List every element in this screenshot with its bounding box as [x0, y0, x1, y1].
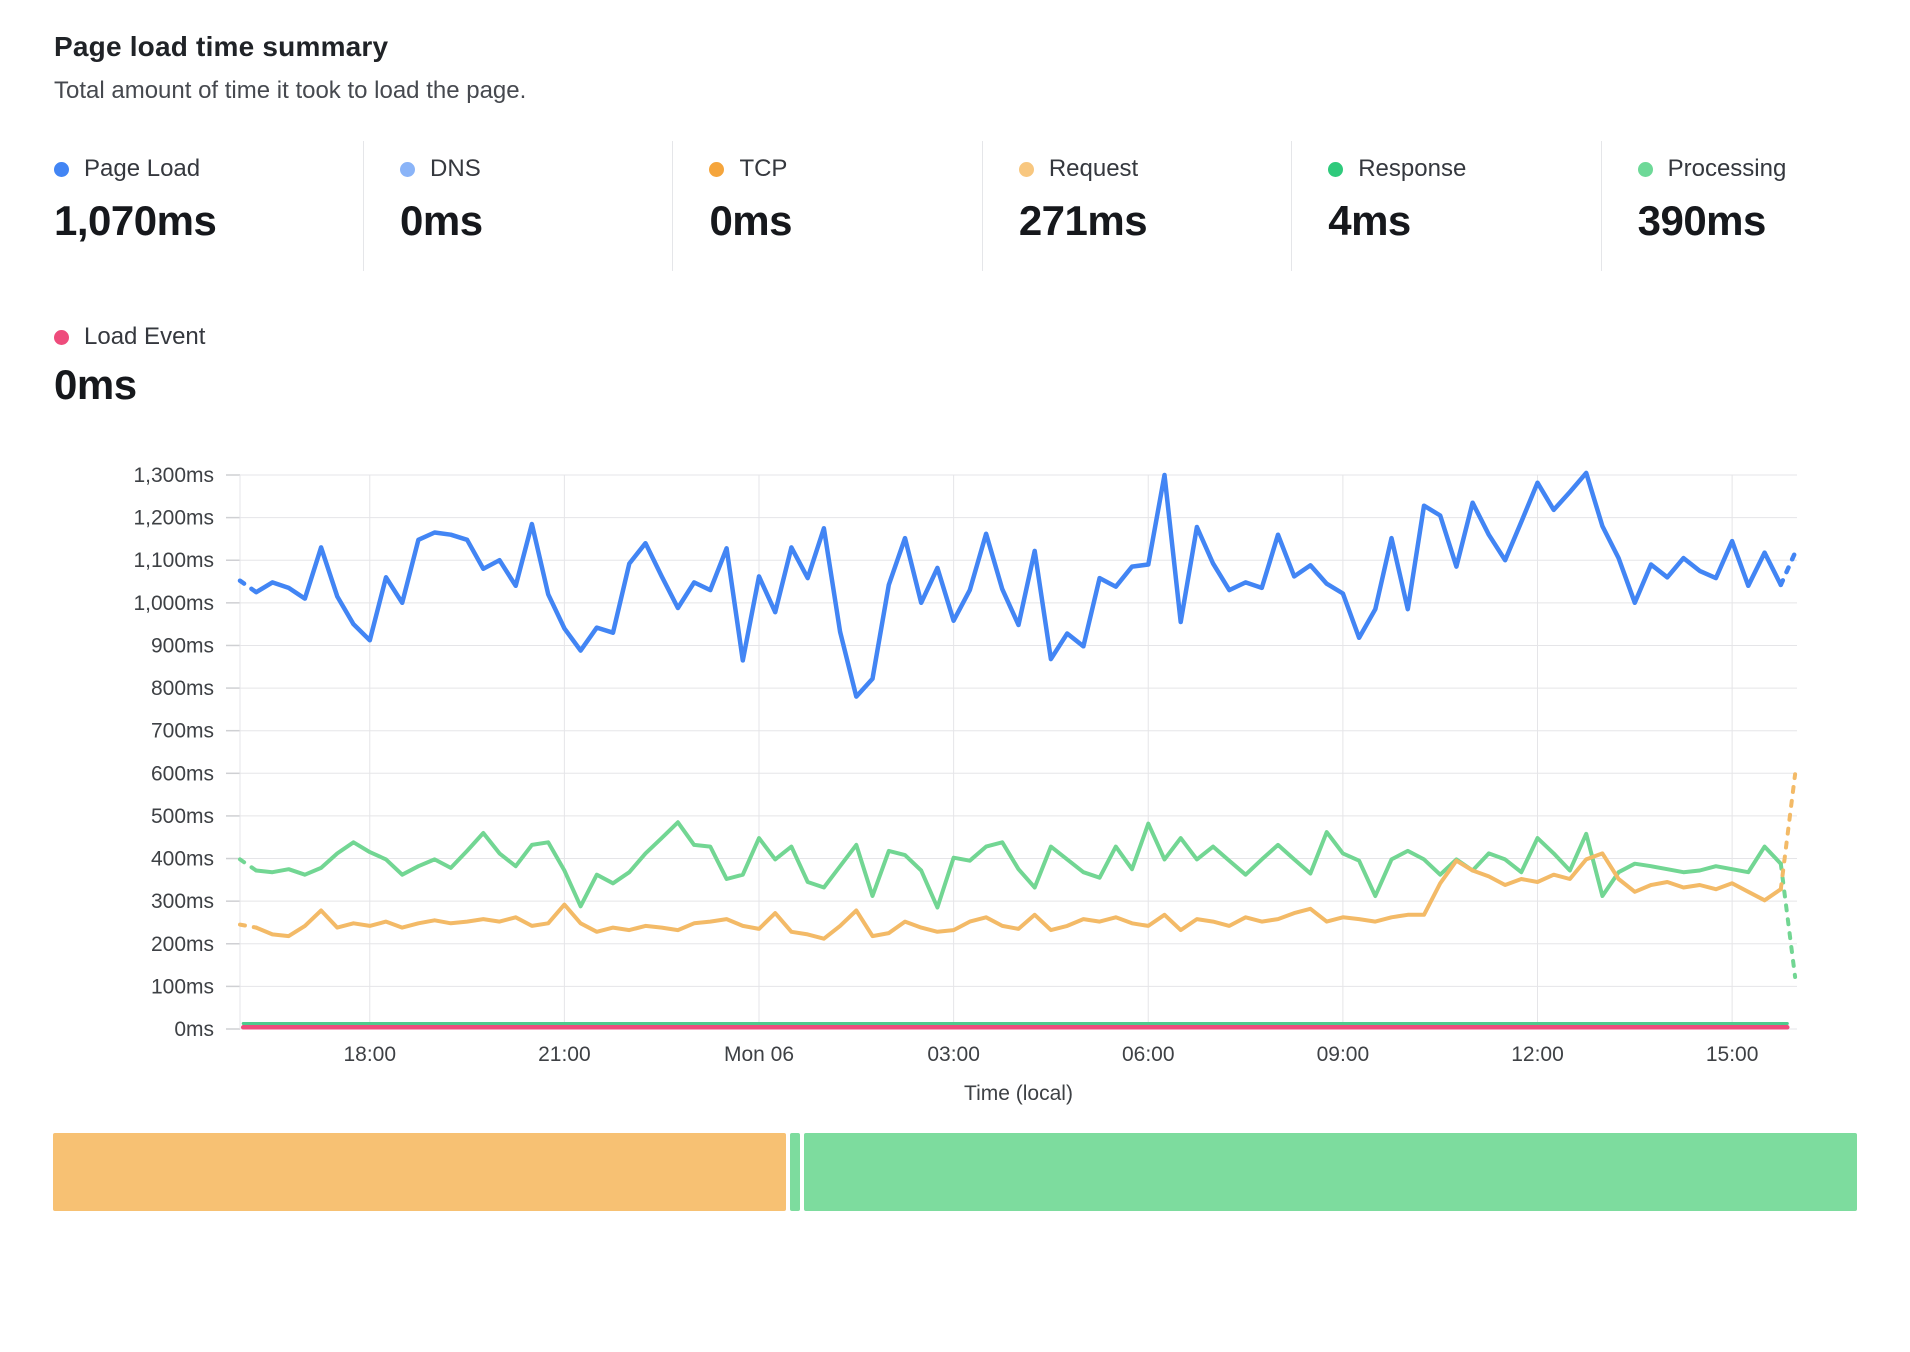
legend-dot-icon: [54, 162, 69, 177]
metric-dns[interactable]: DNS 0ms: [363, 141, 672, 271]
legend-dot-icon: [54, 330, 69, 345]
timeline-segment-operational[interactable]: [804, 1133, 1857, 1211]
metric-processing[interactable]: Processing 390ms: [1601, 141, 1910, 271]
legend-dot-icon: [1019, 162, 1034, 177]
metric-label: Request: [1049, 155, 1138, 183]
metric-label: TCP: [739, 155, 787, 183]
metric-request[interactable]: Request 271ms: [982, 141, 1291, 271]
page-load-summary-panel: Page load time summary Total amount of t…: [0, 0, 1910, 1211]
latency-chart[interactable]: 0ms 100ms 200ms 300ms 400ms 500ms 600ms 700ms 80…: [0, 409, 1910, 1109]
panel-subtitle: Total amount of time it took to load the…: [54, 77, 1910, 105]
metric-label: Page Load: [84, 155, 200, 183]
metric-page-load[interactable]: Page Load 1,070ms: [54, 141, 363, 271]
y-tick-label: 200ms: [151, 933, 214, 956]
metric-value: 0ms: [400, 197, 672, 245]
metric-value: 271ms: [1019, 197, 1291, 245]
y-tick-label: 1,300ms: [133, 464, 214, 487]
metric-label: DNS: [430, 155, 481, 183]
y-tick-label: 600ms: [151, 762, 214, 785]
y-tick-label: 1,100ms: [133, 549, 214, 572]
x-tick-label: Mon 06: [724, 1043, 794, 1066]
y-tick-label: 300ms: [151, 890, 214, 913]
metric-value: 0ms: [709, 197, 981, 245]
metric-value: 1,070ms: [54, 197, 363, 245]
y-tick-label: 900ms: [151, 634, 214, 657]
x-tick-label: 15:00: [1706, 1043, 1759, 1066]
y-tick-label: 800ms: [151, 677, 214, 700]
metric-tcp[interactable]: TCP 0ms: [672, 141, 981, 271]
metric-load-event[interactable]: Load Event 0ms: [54, 323, 1910, 409]
legend-dot-icon: [400, 162, 415, 177]
y-tick-label: 1,000ms: [133, 592, 214, 615]
metric-value: 0ms: [54, 361, 1910, 409]
x-tick-label: 06:00: [1122, 1043, 1175, 1066]
metric-label: Processing: [1668, 155, 1787, 183]
panel-title: Page load time summary: [54, 30, 1910, 64]
y-tick-label: 1,200ms: [133, 507, 214, 530]
metric-response[interactable]: Response 4ms: [1291, 141, 1600, 271]
legend-dot-icon: [1328, 162, 1343, 177]
y-tick-label: 500ms: [151, 805, 214, 828]
timeline-segment-degraded[interactable]: [53, 1133, 786, 1211]
timeline-segment-operational[interactable]: [790, 1133, 800, 1211]
metric-value: 4ms: [1328, 197, 1600, 245]
x-tick-label: 12:00: [1511, 1043, 1564, 1066]
y-tick-label: 0ms: [174, 1018, 214, 1041]
x-tick-label: 18:00: [343, 1043, 396, 1066]
x-tick-label: 03:00: [927, 1043, 980, 1066]
x-tick-label: 09:00: [1317, 1043, 1370, 1066]
status-timeline-bar: [53, 1133, 1857, 1211]
metrics-legend: Page Load 1,070ms DNS 0ms TCP 0ms Reques…: [54, 141, 1910, 271]
plot-area[interactable]: [240, 475, 1797, 1029]
y-tick-label: 700ms: [151, 720, 214, 743]
x-tick-label: 21:00: [538, 1043, 591, 1066]
legend-dot-icon: [1638, 162, 1653, 177]
metric-label: Response: [1358, 155, 1466, 183]
y-tick-label: 100ms: [151, 975, 214, 998]
metric-label: Load Event: [84, 323, 205, 351]
metric-value: 390ms: [1638, 197, 1910, 245]
x-axis-title: Time (local): [964, 1082, 1073, 1105]
y-tick-label: 400ms: [151, 848, 214, 871]
legend-dot-icon: [709, 162, 724, 177]
